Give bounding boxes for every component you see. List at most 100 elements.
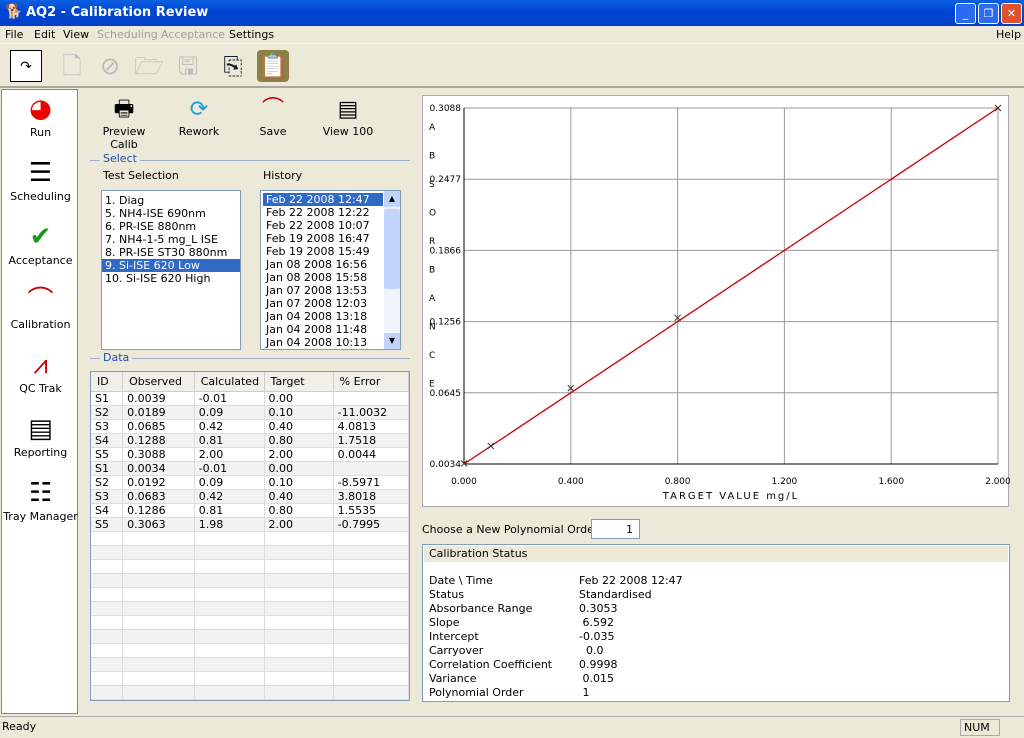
table-row[interactable] (91, 601, 410, 616)
menu-view[interactable]: View (63, 28, 89, 41)
rework-button[interactable]: ⟳ Rework (175, 95, 223, 138)
status-row: Correlation Coefficient 0.9998 (429, 658, 618, 672)
history-item[interactable]: Feb 19 2008 16:47 (263, 232, 383, 245)
history-item[interactable]: Jan 04 2008 10:13 (263, 336, 383, 349)
sidebar-item-qc-trak[interactable]: ⩘ QC Trak (2, 348, 79, 395)
open-folder-icon[interactable]: 🗁 (133, 50, 165, 82)
menu-settings[interactable]: Settings (229, 28, 274, 41)
history-item[interactable]: Jan 04 2008 13:18 (263, 310, 383, 323)
table-cell: 0.10 (264, 405, 334, 420)
table-cell: 0.09 (194, 405, 265, 420)
table-row[interactable] (91, 559, 410, 574)
table-row[interactable]: S1 0.0034 -0.01 0.00 (91, 461, 410, 476)
polynomial-order-input[interactable] (591, 519, 640, 539)
sidebar-item-reporting[interactable]: ▤ Reporting (2, 412, 79, 459)
table-cell (264, 671, 334, 686)
table-cell (264, 657, 334, 672)
select-group-label: Select (100, 152, 140, 165)
table-cell (333, 615, 410, 630)
menu-scheduling[interactable]: Scheduling (97, 28, 158, 41)
column-header[interactable]: Calculated (194, 372, 265, 392)
table-row[interactable]: S4 0.1288 0.81 0.80 1.7518 (91, 433, 410, 448)
x-tick-label: 0.400 (558, 477, 584, 487)
test-item[interactable]: 5. NH4-ISE 690nm (102, 207, 240, 220)
test-item[interactable]: 6. PR-ISE 880nm (102, 220, 240, 233)
title-bar: 🐕 AQ2 - Calibration Review (0, 0, 1024, 26)
calendar-icon[interactable]: ↷ (10, 50, 42, 82)
table-cell (333, 573, 410, 588)
table-cell (333, 671, 410, 686)
table-row[interactable]: S1 0.0039 -0.01 0.00 (91, 391, 410, 406)
table-cell: 0.3063 (122, 517, 195, 532)
table-cell: 0.40 (264, 489, 334, 504)
test-selection-list[interactable]: 1. Diag 5. NH4-ISE 690nm 6. PR-ISE 880nm 7.… (101, 190, 241, 350)
history-item[interactable]: Feb 22 2008 12:47 (263, 193, 383, 206)
sidebar-item-run[interactable]: ◕ Run (2, 92, 79, 139)
close-button[interactable]: ✕ (1001, 3, 1022, 24)
history-item[interactable]: Jan 08 2008 15:58 (263, 271, 383, 284)
save-button[interactable]: ⌒ Save (252, 95, 294, 138)
table-row[interactable] (91, 545, 410, 560)
view-100-button[interactable]: ▤ View 100 (322, 95, 374, 138)
test-item[interactable]: 8. PR-ISE ST30 880nm (102, 246, 240, 259)
sidebar-item-tray-manager[interactable]: ☷ Tray Manager (2, 476, 79, 523)
table-cell (91, 643, 124, 658)
table-row[interactable] (91, 531, 410, 546)
table-row[interactable]: S5 0.3088 2.00 2.00 0.0044 (91, 447, 410, 462)
table-row[interactable] (91, 615, 410, 630)
table-cell (91, 629, 124, 644)
table-cell (264, 573, 334, 588)
column-header[interactable]: ID (91, 372, 124, 392)
table-cell (264, 545, 334, 560)
history-item[interactable]: Feb 22 2008 12:22 (263, 206, 383, 219)
table-row[interactable]: S2 0.0192 0.09 0.10 -8.5971 (91, 475, 410, 490)
column-header[interactable]: Observed (122, 372, 195, 392)
column-header[interactable]: % Error (333, 372, 410, 392)
table-cell: 1.7518 (333, 433, 410, 448)
test-item[interactable]: 1. Diag (102, 194, 240, 207)
sidebar-item-calibration[interactable]: ⌒ Calibration (2, 284, 79, 331)
minimize-button[interactable]: _ (955, 3, 976, 24)
table-row[interactable]: S3 0.0683 0.42 0.40 3.8018 (91, 489, 410, 504)
table-row[interactable] (91, 629, 410, 644)
table-row[interactable] (91, 587, 410, 602)
menu-file[interactable]: File (5, 28, 23, 41)
table-cell (333, 391, 410, 406)
sidebar-item-scheduling[interactable]: ☰ Scheduling (2, 156, 79, 203)
table-cell: 4.0813 (333, 419, 410, 434)
cancel-icon[interactable]: ⊘ (94, 50, 126, 82)
restore-button[interactable]: ❐ (978, 3, 999, 24)
table-row[interactable] (91, 685, 410, 700)
chart-svg: 0.000 0.400 0.800 1.200 1.600 2.000 0.0034 0.06… (429, 104, 1011, 502)
column-header[interactable]: Target (264, 372, 334, 392)
table-row[interactable]: S2 0.0189 0.09 0.10 -11.0032 (91, 405, 410, 420)
test-item[interactable]: 7. NH4-1-5 mg_L ISE (102, 233, 240, 246)
sidebar-item-acceptance[interactable]: ✔ Acceptance (2, 220, 79, 267)
history-item[interactable]: Jan 08 2008 16:56 (263, 258, 383, 271)
table-row[interactable]: S3 0.0685 0.42 0.40 4.0813 (91, 419, 410, 434)
table-row[interactable]: S4 0.1286 0.81 0.80 1.5535 (91, 503, 410, 518)
table-row[interactable] (91, 657, 410, 672)
table-cell (333, 587, 410, 602)
menu-edit[interactable]: Edit (34, 28, 55, 41)
history-scrollbar[interactable]: ▲ ▼ (384, 191, 400, 349)
new-document-icon[interactable]: 🗋 (56, 50, 88, 82)
table-row[interactable] (91, 573, 410, 588)
test-item[interactable]: 9. Si-ISE 620 Low (102, 259, 240, 272)
test-item[interactable]: 10. Si-ISE 620 High (102, 272, 240, 285)
history-item[interactable]: Jan 04 2008 11:48 (263, 323, 383, 336)
table-row[interactable] (91, 643, 410, 658)
menu-acceptance[interactable]: Acceptance (161, 28, 225, 41)
history-item[interactable]: Jan 07 2008 12:03 (263, 297, 383, 310)
save-disk-icon[interactable]: 🖫 (172, 50, 204, 82)
history-item[interactable]: Feb 19 2008 15:49 (263, 245, 383, 258)
history-list[interactable]: Feb 22 2008 12:47 Feb 22 2008 12:22 Feb 22… (260, 190, 401, 350)
table-row[interactable]: S5 0.3063 1.98 2.00 -0.7995 (91, 517, 410, 532)
preview-calib-button[interactable]: 🖶 Preview Calib (88, 95, 160, 151)
copy-icon[interactable]: ⎘ (217, 50, 249, 82)
table-row[interactable] (91, 671, 410, 686)
history-item[interactable]: Feb 22 2008 10:07 (263, 219, 383, 232)
menu-help[interactable]: Help (996, 28, 1021, 41)
paste-icon[interactable]: 📋 (257, 50, 289, 82)
history-item[interactable]: Jan 07 2008 13:53 (263, 284, 383, 297)
